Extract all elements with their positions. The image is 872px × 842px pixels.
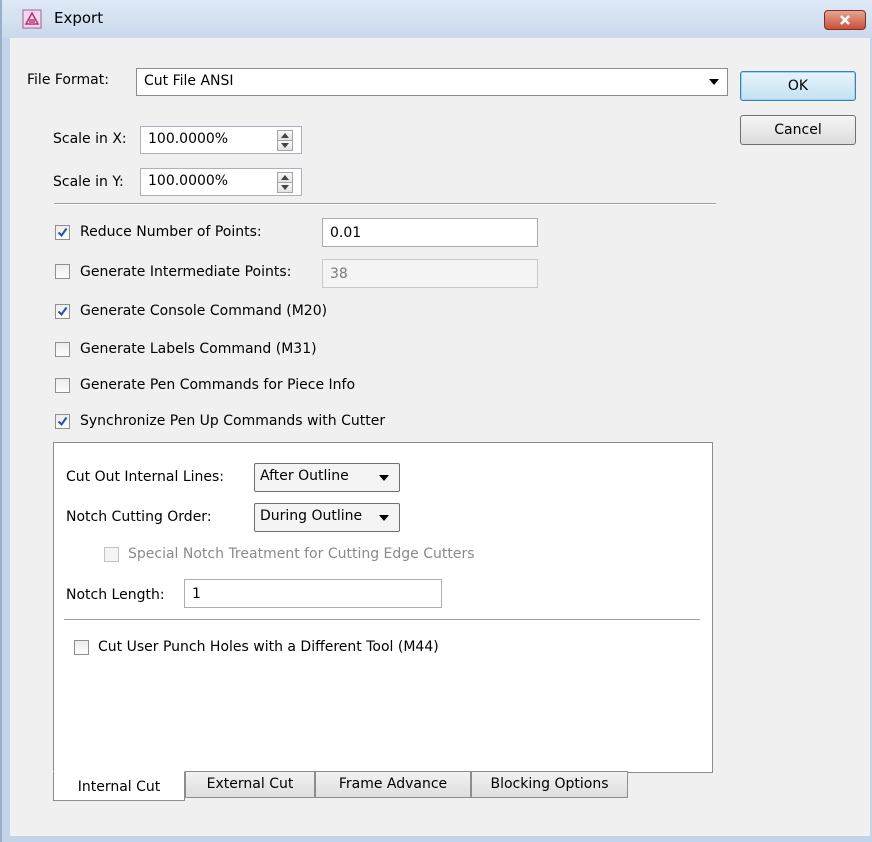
sync-pen-up-label: Synchronize Pen Up Commands with Cutter — [80, 413, 386, 429]
tab-blocking-options[interactable]: Blocking Options — [471, 771, 628, 798]
file-format-value: Cut File ANSI — [144, 73, 234, 89]
notch-cutting-order-label: Notch Cutting Order: — [66, 509, 212, 525]
punch-holes-label: Cut User Punch Holes with a Different To… — [98, 639, 439, 655]
intermediate-points-checkbox[interactable] — [55, 264, 70, 279]
scale-x-down-button[interactable] — [277, 140, 293, 151]
chevron-down-icon — [379, 475, 389, 481]
scale-x-value: 100.0000% — [148, 131, 229, 147]
notch-cutting-order-value: During Outline — [260, 508, 363, 524]
scale-y-input[interactable]: 100.0000% — [140, 168, 302, 196]
check-icon — [57, 227, 68, 238]
notch-cutting-order-select[interactable]: During Outline — [254, 503, 400, 532]
reduce-points-input[interactable]: 0.01 — [322, 218, 538, 247]
special-notch-label: Special Notch Treatment for Cutting Edge… — [128, 546, 475, 562]
scale-y-value: 100.0000% — [148, 173, 229, 189]
close-icon — [840, 15, 850, 25]
reduce-points-value: 0.01 — [330, 225, 362, 241]
file-format-select[interactable]: Cut File ANSI — [136, 68, 728, 96]
tab-frame-advance[interactable]: Frame Advance — [315, 771, 471, 798]
reduce-points-checkbox[interactable] — [55, 225, 70, 240]
notch-length-input[interactable]: 1 — [184, 579, 442, 608]
window-title: Export — [54, 9, 104, 27]
labels-command-checkbox[interactable] — [55, 342, 70, 357]
ok-button[interactable]: OK — [740, 71, 856, 101]
pen-commands-checkbox[interactable] — [55, 378, 70, 393]
cancel-button[interactable]: Cancel — [740, 115, 856, 145]
cut-out-internal-lines-select[interactable]: After Outline — [254, 463, 400, 492]
spin-down-icon — [281, 143, 289, 148]
intermediate-points-value: 38 — [330, 266, 348, 282]
close-button[interactable] — [824, 10, 866, 30]
check-icon — [57, 416, 68, 427]
dialog-body: File Format: Cut File ANSI OK Cancel Sca… — [10, 38, 870, 836]
notch-length-label: Notch Length: — [66, 587, 165, 603]
scale-y-label: Scale in Y: — [53, 174, 124, 190]
console-command-label: Generate Console Command (M20) — [80, 303, 328, 319]
check-icon — [57, 306, 68, 317]
sync-pen-up-checkbox[interactable] — [55, 414, 70, 429]
scale-x-input[interactable]: 100.0000% — [140, 126, 302, 154]
spin-up-icon — [281, 133, 289, 138]
export-dialog: Export File Format: Cut File ANSI OK Can… — [0, 0, 872, 842]
spin-up-icon — [281, 175, 289, 180]
file-format-label: File Format: — [27, 72, 109, 88]
punch-holes-checkbox[interactable] — [74, 640, 89, 655]
tab-internal-cut[interactable]: Internal Cut — [53, 771, 185, 801]
special-notch-checkbox[interactable] — [104, 547, 119, 562]
notch-length-value: 1 — [192, 586, 201, 602]
separator — [54, 203, 716, 205]
intermediate-points-label: Generate Intermediate Points: — [80, 264, 292, 280]
chevron-down-icon — [379, 515, 389, 521]
pen-commands-label: Generate Pen Commands for Piece Info — [80, 377, 356, 393]
reduce-points-label: Reduce Number of Points: — [80, 224, 262, 240]
tab-external-cut[interactable]: External Cut — [185, 771, 315, 798]
app-icon — [22, 9, 42, 29]
separator — [64, 619, 700, 621]
labels-command-label: Generate Labels Command (M31) — [80, 341, 317, 357]
cut-out-internal-lines-value: After Outline — [260, 468, 349, 484]
scale-x-label: Scale in X: — [53, 131, 127, 147]
chevron-down-icon — [709, 79, 719, 85]
intermediate-points-input[interactable]: 38 — [322, 259, 538, 288]
title-bar[interactable]: Export — [2, 0, 872, 38]
scale-y-down-button[interactable] — [277, 182, 293, 193]
tab-panel-internal-cut: Cut Out Internal Lines: After Outline No… — [53, 442, 713, 773]
cut-out-internal-lines-label: Cut Out Internal Lines: — [66, 469, 225, 485]
console-command-checkbox[interactable] — [55, 304, 70, 319]
spin-down-icon — [281, 185, 289, 190]
